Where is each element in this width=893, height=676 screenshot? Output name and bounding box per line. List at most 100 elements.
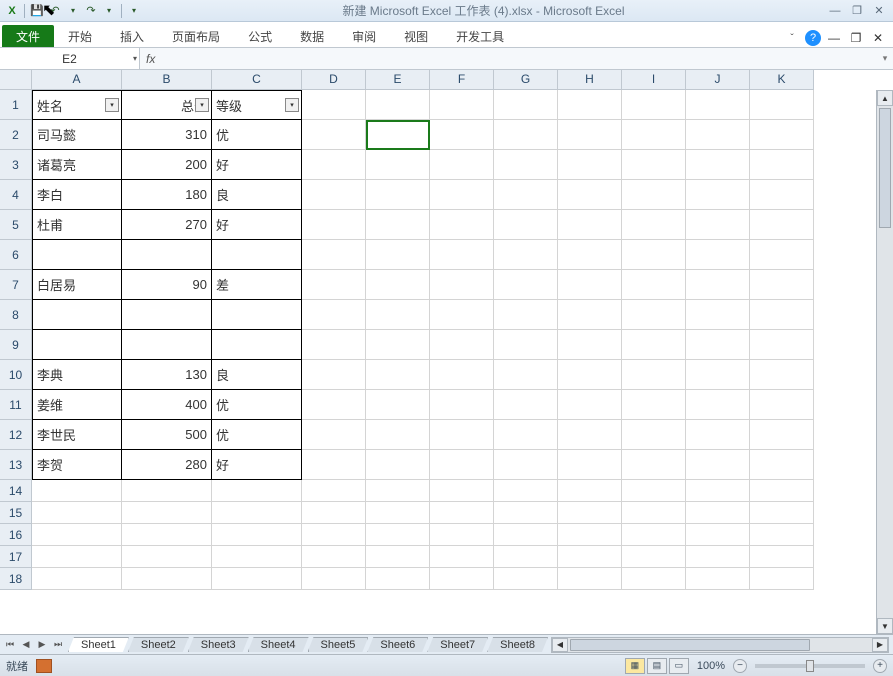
- cell-J2[interactable]: [686, 120, 750, 150]
- help-icon[interactable]: ?: [805, 30, 821, 46]
- cell-G14[interactable]: [494, 480, 558, 502]
- cell-I8[interactable]: [622, 300, 686, 330]
- cell-A18[interactable]: [32, 568, 122, 590]
- name-box-dropdown-icon[interactable]: ▾: [133, 54, 137, 63]
- name-box[interactable]: E2 ▾: [0, 48, 140, 69]
- cell-H2[interactable]: [558, 120, 622, 150]
- cell-F14[interactable]: [430, 480, 494, 502]
- cell-A10[interactable]: 李典: [32, 360, 122, 390]
- cell-E9[interactable]: [366, 330, 430, 360]
- cell-J1[interactable]: [686, 90, 750, 120]
- cell-D1[interactable]: [302, 90, 366, 120]
- cell-D10[interactable]: [302, 360, 366, 390]
- cell-D8[interactable]: [302, 300, 366, 330]
- cell-C11[interactable]: 优: [212, 390, 302, 420]
- cell-D17[interactable]: [302, 546, 366, 568]
- formula-input[interactable]: [161, 50, 871, 68]
- cell-B3[interactable]: 200: [122, 150, 212, 180]
- normal-view-button[interactable]: ▦: [625, 658, 645, 674]
- doc-restore-button[interactable]: ❐: [847, 29, 865, 47]
- cell-G4[interactable]: [494, 180, 558, 210]
- cell-D12[interactable]: [302, 420, 366, 450]
- cell-H12[interactable]: [558, 420, 622, 450]
- cell-H8[interactable]: [558, 300, 622, 330]
- column-header-E[interactable]: E: [366, 70, 430, 90]
- row-header[interactable]: 17: [0, 546, 32, 568]
- cell-B10[interactable]: 130: [122, 360, 212, 390]
- column-header-G[interactable]: G: [494, 70, 558, 90]
- cell-B17[interactable]: [122, 546, 212, 568]
- cell-A3[interactable]: 诸葛亮: [32, 150, 122, 180]
- cell-E6[interactable]: [366, 240, 430, 270]
- cell-B16[interactable]: [122, 524, 212, 546]
- cell-K2[interactable]: [750, 120, 814, 150]
- cell-C16[interactable]: [212, 524, 302, 546]
- cell-C2[interactable]: 优: [212, 120, 302, 150]
- cell-J10[interactable]: [686, 360, 750, 390]
- ribbon-minimize-icon[interactable]: ˇ: [783, 29, 801, 47]
- cell-G7[interactable]: [494, 270, 558, 300]
- ribbon-tab-1[interactable]: 插入: [106, 25, 158, 47]
- cell-D18[interactable]: [302, 568, 366, 590]
- cell-A11[interactable]: 姜维: [32, 390, 122, 420]
- cell-B7[interactable]: 90: [122, 270, 212, 300]
- cell-D11[interactable]: [302, 390, 366, 420]
- row-header[interactable]: 1: [0, 90, 32, 120]
- cell-F7[interactable]: [430, 270, 494, 300]
- formula-bar-expand-icon[interactable]: ▾: [877, 53, 893, 64]
- save-icon[interactable]: 💾: [29, 3, 45, 19]
- cell-A14[interactable]: [32, 480, 122, 502]
- cell-F10[interactable]: [430, 360, 494, 390]
- cell-C9[interactable]: [212, 330, 302, 360]
- row-header[interactable]: 10: [0, 360, 32, 390]
- minimize-button[interactable]: —: [825, 4, 845, 18]
- cell-G5[interactable]: [494, 210, 558, 240]
- cell-F5[interactable]: [430, 210, 494, 240]
- cell-E13[interactable]: [366, 450, 430, 480]
- macro-record-icon[interactable]: [36, 659, 52, 673]
- cell-I15[interactable]: [622, 502, 686, 524]
- cell-I10[interactable]: [622, 360, 686, 390]
- cell-K14[interactable]: [750, 480, 814, 502]
- tab-nav-last-icon[interactable]: ⏭: [50, 637, 66, 653]
- cell-K4[interactable]: [750, 180, 814, 210]
- scroll-left-button[interactable]: ◀: [552, 638, 568, 652]
- sheet-tab-Sheet1[interactable]: Sheet1: [68, 637, 129, 652]
- cell-G13[interactable]: [494, 450, 558, 480]
- cell-F16[interactable]: [430, 524, 494, 546]
- ribbon-tab-3[interactable]: 公式: [234, 25, 286, 47]
- cell-I7[interactable]: [622, 270, 686, 300]
- page-layout-view-button[interactable]: ▤: [647, 658, 667, 674]
- qat-customize-icon[interactable]: ▾: [126, 3, 142, 19]
- cell-F9[interactable]: [430, 330, 494, 360]
- cell-J11[interactable]: [686, 390, 750, 420]
- cell-K1[interactable]: [750, 90, 814, 120]
- row-header[interactable]: 7: [0, 270, 32, 300]
- cell-C5[interactable]: 好: [212, 210, 302, 240]
- cell-J9[interactable]: [686, 330, 750, 360]
- cell-H5[interactable]: [558, 210, 622, 240]
- cell-C1[interactable]: 等级▾: [212, 90, 302, 120]
- cell-F15[interactable]: [430, 502, 494, 524]
- cell-C7[interactable]: 差: [212, 270, 302, 300]
- cell-D4[interactable]: [302, 180, 366, 210]
- zoom-out-button[interactable]: −: [733, 659, 747, 673]
- cell-B2[interactable]: 310: [122, 120, 212, 150]
- row-header[interactable]: 8: [0, 300, 32, 330]
- zoom-slider[interactable]: [755, 664, 865, 668]
- cell-H17[interactable]: [558, 546, 622, 568]
- zoom-slider-thumb[interactable]: [806, 660, 814, 672]
- cell-A6[interactable]: [32, 240, 122, 270]
- cell-J8[interactable]: [686, 300, 750, 330]
- sheet-tab-Sheet6[interactable]: Sheet6: [367, 637, 428, 652]
- cell-D9[interactable]: [302, 330, 366, 360]
- cell-A4[interactable]: 李白: [32, 180, 122, 210]
- scroll-down-button[interactable]: ▼: [877, 618, 893, 634]
- cell-E8[interactable]: [366, 300, 430, 330]
- row-header[interactable]: 5: [0, 210, 32, 240]
- tab-nav-next-icon[interactable]: ▶: [34, 637, 50, 653]
- cell-J15[interactable]: [686, 502, 750, 524]
- cell-K16[interactable]: [750, 524, 814, 546]
- cell-D15[interactable]: [302, 502, 366, 524]
- cell-B6[interactable]: [122, 240, 212, 270]
